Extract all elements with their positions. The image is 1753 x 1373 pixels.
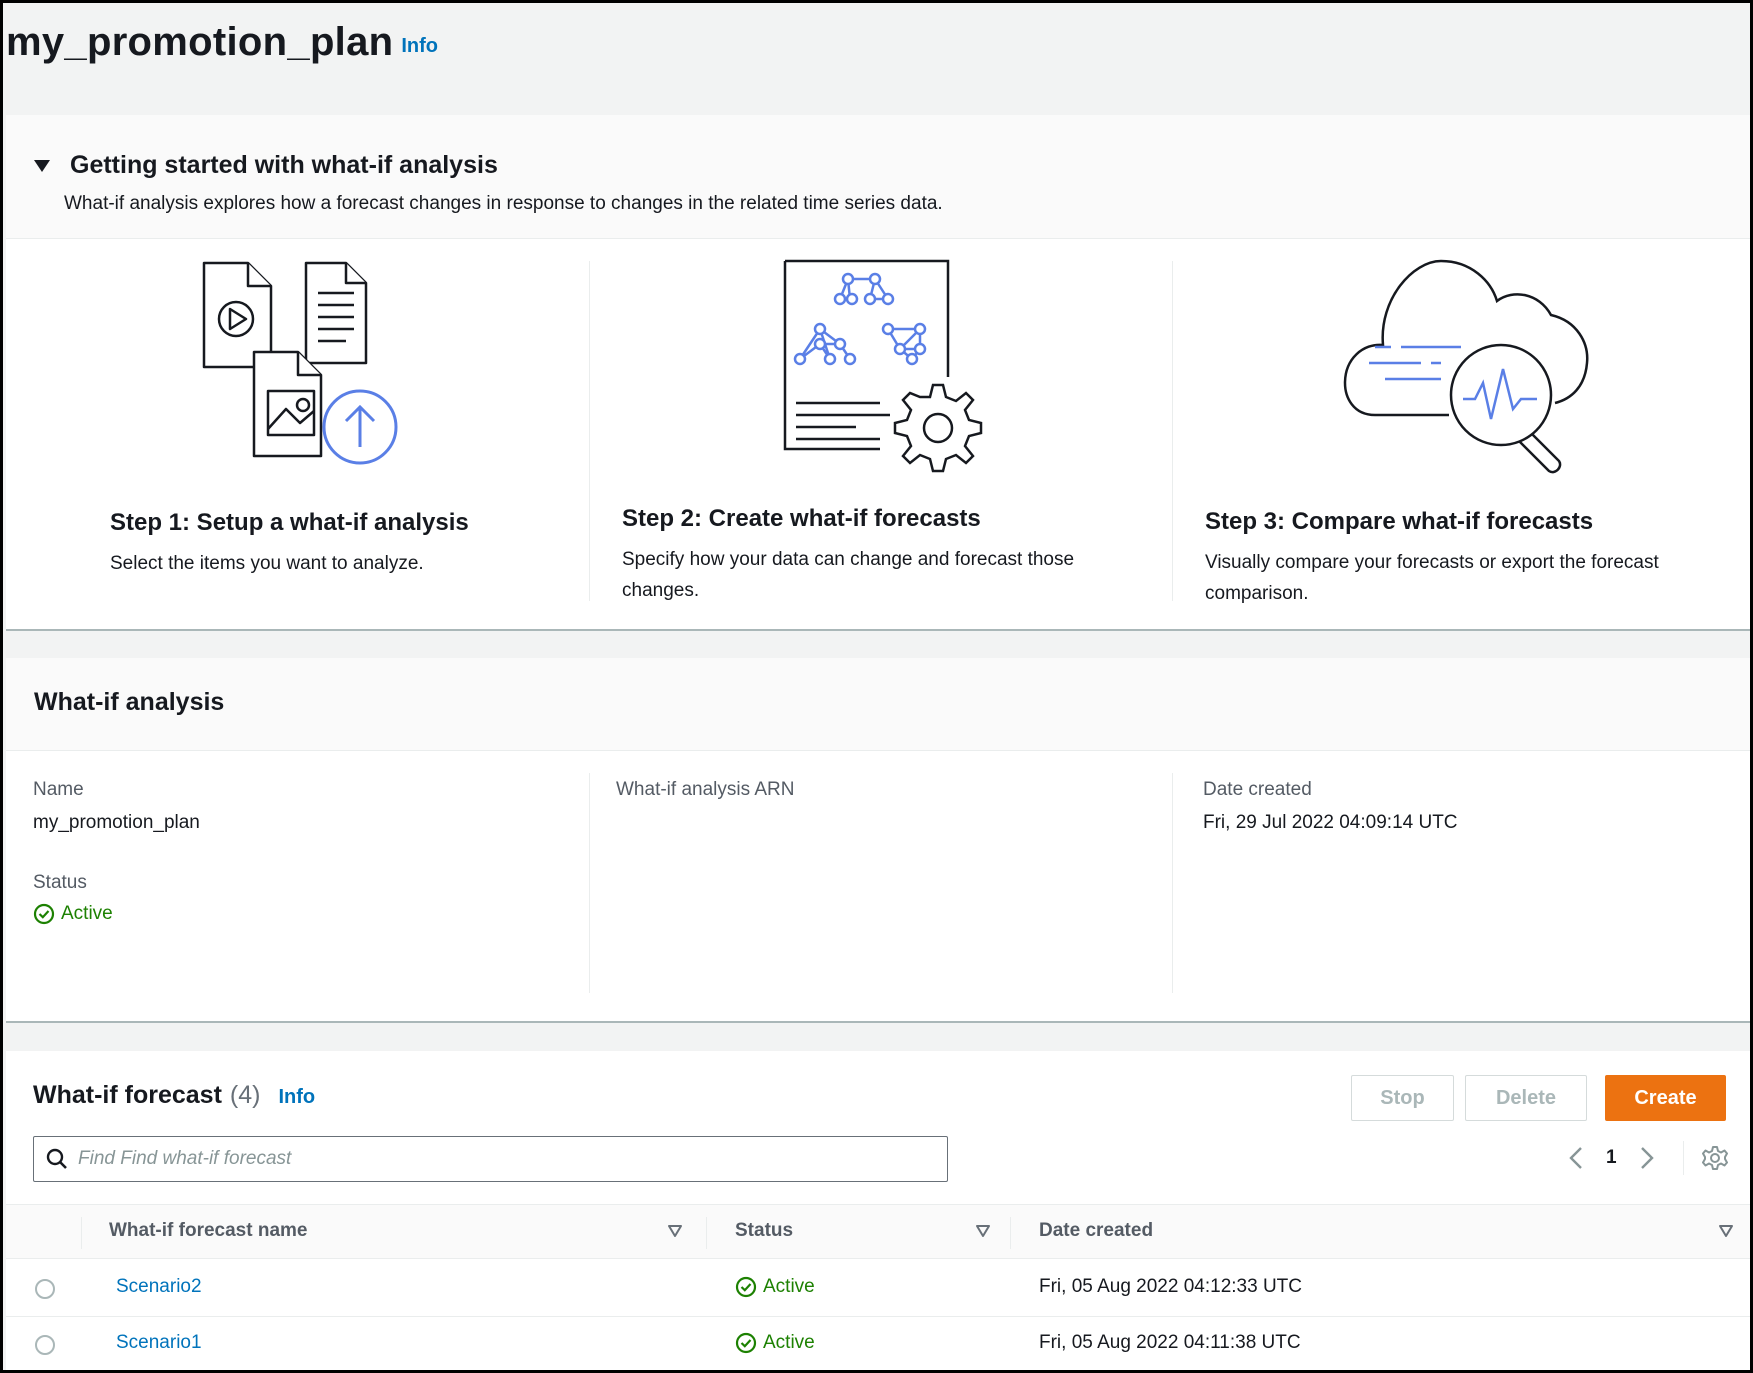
sort-icon[interactable] (975, 1224, 991, 1238)
analysis-details-header: What-if analysis (6, 658, 1750, 751)
getting-started-panel: Getting started with what-if analysis Wh… (6, 115, 1750, 631)
check-circle-icon (33, 903, 55, 925)
getting-started-title: Getting started with what-if analysis (70, 151, 498, 179)
forecast-table-header: What-if forecast (4) Info (33, 1081, 315, 1110)
chevron-right-icon[interactable] (1637, 1145, 1657, 1171)
header-info-link[interactable]: Info (401, 35, 438, 58)
page-header: my_promotion_plan Info (6, 3, 1750, 115)
row-date-created: Fri, 05 Aug 2022 04:11:38 UTC (1039, 1332, 1301, 1353)
column-divider (706, 1217, 707, 1249)
table-header: What-if forecast name Status Date create… (6, 1204, 1750, 1259)
date-created-label: Date created (1203, 779, 1312, 800)
forecast-count: (4) (229, 1081, 261, 1109)
forecast-table-title: What-if forecast (33, 1081, 222, 1109)
page-title: my_promotion_plan (6, 20, 394, 64)
step-1: Step 1: Setup a what-if analysis Select … (6, 259, 589, 599)
table-row[interactable]: Scenario1 Active Fri, 05 Aug 2022 04:11:… (6, 1317, 1750, 1370)
steps-row: Step 1: Setup a what-if analysis Select … (6, 239, 1750, 629)
row-status-text: Active (763, 1276, 815, 1297)
column-divider (1010, 1217, 1011, 1249)
details-column-3: Date created Fri, 29 Jul 2022 04:09:14 U… (1173, 751, 1750, 1021)
create-button[interactable]: Create (1605, 1075, 1726, 1121)
row-select-radio[interactable] (35, 1335, 55, 1355)
status-value: Active (61, 903, 113, 924)
date-created-value: Fri, 29 Jul 2022 04:09:14 UTC (1203, 812, 1458, 833)
row-status-text: Active (763, 1332, 815, 1353)
gear-icon[interactable] (1701, 1145, 1728, 1171)
step-3: Step 3: Compare what-if forecasts Visual… (1173, 259, 1750, 604)
row-status: Active (735, 1332, 815, 1354)
column-header-status[interactable]: Status (735, 1220, 793, 1242)
sort-icon[interactable] (1718, 1224, 1734, 1238)
analysis-details-panel: What-if analysis Name my_promotion_plan … (6, 658, 1750, 1023)
step-1-description: Select the items you want to analyze. (110, 553, 424, 574)
status-label: Status (33, 872, 87, 893)
forecast-name-link[interactable]: Scenario2 (116, 1276, 202, 1298)
caret-down-icon (34, 159, 50, 172)
table-row[interactable]: Scenario2 Active Fri, 05 Aug 2022 04:12:… (6, 1261, 1750, 1317)
step-3-description: Visually compare your forecasts or expor… (1205, 552, 1659, 604)
column-header-name[interactable]: What-if forecast name (109, 1220, 307, 1242)
pager-divider (1682, 1141, 1684, 1175)
name-value: my_promotion_plan (33, 812, 200, 833)
status-badge: Active (33, 903, 113, 925)
check-circle-icon (735, 1332, 757, 1354)
search-icon (46, 1148, 67, 1169)
search-box (33, 1136, 948, 1182)
row-status: Active (735, 1276, 815, 1298)
step-3-title: Step 3: Compare what-if forecasts (1205, 508, 1594, 535)
column-divider (81, 1217, 82, 1249)
step-1-title: Step 1: Setup a what-if analysis (110, 509, 469, 536)
document-gear-icon (783, 259, 983, 473)
sort-icon[interactable] (667, 1224, 683, 1238)
page-number[interactable]: 1 (1606, 1147, 1617, 1169)
step-2-description: Specify how your data can change and for… (622, 549, 1075, 601)
forecast-name-link[interactable]: Scenario1 (116, 1332, 202, 1354)
column-header-date[interactable]: Date created (1039, 1220, 1153, 1242)
analysis-details-title: What-if analysis (34, 688, 225, 716)
details-column-2: What-if analysis ARN (590, 751, 1172, 1021)
page-frame: my_promotion_plan Info Getting started w… (0, 0, 1753, 1373)
getting-started-description: What-if analysis explores how a forecast… (64, 193, 943, 214)
check-circle-icon (735, 1276, 757, 1298)
row-select-radio[interactable] (35, 1279, 55, 1299)
arn-label: What-if analysis ARN (616, 779, 795, 800)
step-2-title: Step 2: Create what-if forecasts (622, 505, 981, 532)
forecast-info-link[interactable]: Info (278, 1086, 315, 1109)
forecast-table-panel: What-if forecast (4) Info Stop Delete Cr… (6, 1051, 1750, 1370)
delete-button[interactable]: Delete (1465, 1075, 1587, 1121)
row-date-created: Fri, 05 Aug 2022 04:12:33 UTC (1039, 1276, 1302, 1297)
stop-button[interactable]: Stop (1351, 1075, 1454, 1121)
getting-started-toggle[interactable]: Getting started with what-if analysis (34, 151, 498, 180)
search-input[interactable] (78, 1148, 898, 1170)
getting-started-header: Getting started with what-if analysis Wh… (6, 115, 1750, 239)
details-column-1: Name my_promotion_plan Status Active (6, 751, 589, 1021)
pagination: 1 (1566, 1141, 1728, 1175)
step-2: Step 2: Create what-if forecasts Specify… (590, 259, 1172, 601)
name-label: Name (33, 779, 84, 800)
upload-files-icon (202, 261, 398, 465)
chevron-left-icon[interactable] (1566, 1145, 1586, 1171)
cloud-magnifier-icon (1343, 259, 1589, 474)
